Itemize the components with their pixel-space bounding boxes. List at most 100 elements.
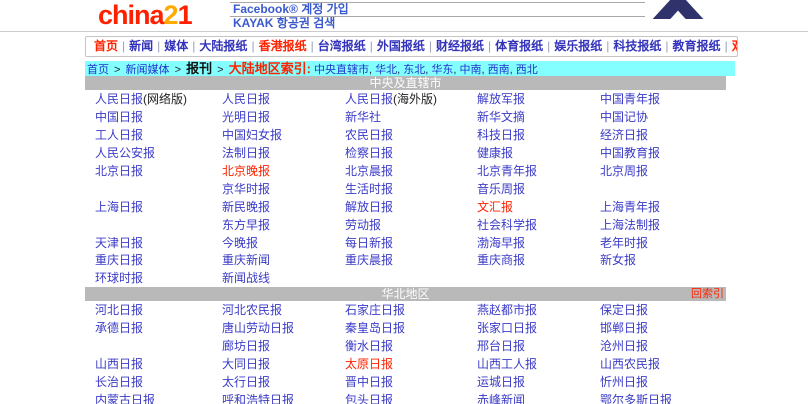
newspaper-link[interactable]: 太行日报 — [222, 373, 270, 390]
newspaper-link[interactable]: 生活时报 — [345, 180, 393, 197]
newspaper-link[interactable]: 保定日报 — [600, 301, 648, 318]
site-logo[interactable]: china21 — [98, 0, 192, 31]
newspaper-link[interactable]: 健康报 — [477, 144, 513, 161]
newspaper-link[interactable]: 环球时报 — [95, 269, 143, 286]
newspaper-link[interactable]: 上海法制报 — [600, 216, 660, 233]
newspaper-link[interactable]: 光明日报 — [222, 108, 270, 125]
newspaper-link[interactable]: 运城日报 — [477, 373, 525, 390]
newspaper-link[interactable]: 中国教育报 — [600, 144, 660, 161]
newspaper-link[interactable]: 京华时报 — [222, 180, 270, 197]
newspaper-link[interactable]: 重庆新闻 — [222, 251, 270, 268]
newspaper-link[interactable]: 中国日报 — [95, 108, 143, 125]
newspaper-link[interactable]: 山西日报 — [95, 355, 143, 372]
region-link[interactable]: 西北 — [516, 64, 538, 76]
newspaper-link[interactable]: 廊坊日报 — [222, 337, 270, 354]
nav-item[interactable]: 体育报纸 — [495, 39, 543, 53]
newspaper-link[interactable]: 人民公安报 — [95, 144, 155, 161]
nav-item[interactable]: 香港报纸 — [259, 39, 307, 53]
back-to-index-link[interactable]: 回索引 — [691, 288, 724, 301]
newspaper-link[interactable]: 河北农民报 — [222, 301, 282, 318]
kayak-search-dropdown[interactable]: KAYAK 항공권 검색 ▼ — [230, 16, 645, 30]
region-link[interactable]: 中南 — [460, 64, 482, 76]
newspaper-link[interactable]: 赤峰新闻 — [477, 391, 525, 404]
newspaper-link[interactable]: 北京日报 — [95, 162, 143, 179]
newspaper-link[interactable]: 北京晚报 — [222, 162, 270, 179]
newspaper-link[interactable]: 中国青年报 — [600, 90, 660, 107]
newspaper-link[interactable]: 农民日报 — [345, 126, 393, 143]
newspaper-link[interactable]: 劳动报 — [345, 216, 381, 233]
newspaper-link[interactable]: 北京晨报 — [345, 162, 393, 179]
newspaper-link[interactable]: 山西工人报 — [477, 355, 537, 372]
newspaper-link[interactable]: 社会科学报 — [477, 216, 537, 233]
breadcrumb-link[interactable]: 首页 — [87, 64, 109, 76]
region-link[interactable]: 中央直辖市 — [314, 64, 369, 76]
newspaper-link[interactable]: 上海青年报 — [600, 198, 660, 215]
newspaper-link[interactable]: 工人日报 — [95, 126, 143, 143]
newspaper-link[interactable]: 解放军报 — [477, 90, 525, 107]
newspaper-link[interactable]: 经济日报 — [600, 126, 648, 143]
newspaper-link[interactable]: 山西农民报 — [600, 355, 660, 372]
newspaper-link[interactable]: 内蒙古日报 — [95, 391, 155, 404]
breadcrumb-link[interactable]: 新闻媒体 — [126, 64, 170, 76]
nav-item[interactable]: 首页 — [94, 39, 118, 53]
newspaper-link[interactable]: 音乐周报 — [477, 180, 525, 197]
chevron-up-icon[interactable] — [651, 0, 705, 24]
newspaper-link[interactable]: 邢台日报 — [477, 337, 525, 354]
nav-item[interactable]: 台湾报纸 — [318, 39, 366, 53]
nav-item[interactable]: 大陆报纸 — [199, 39, 247, 53]
nav-item[interactable]: 教育报纸 — [673, 39, 721, 53]
newspaper-link[interactable]: 唐山劳动日报 — [222, 319, 294, 336]
newspaper-link[interactable]: 包头日报 — [345, 391, 393, 404]
newspaper-link[interactable]: 太原日报 — [345, 355, 393, 372]
newspaper-link[interactable]: 邯郸日报 — [600, 319, 648, 336]
newspaper-link[interactable]: 检察日报 — [345, 144, 393, 161]
newspaper-link[interactable]: 晋中日报 — [345, 373, 393, 390]
nav-item[interactable]: 新闻 — [129, 39, 153, 53]
newspaper-link[interactable]: 法制日报 — [222, 144, 270, 161]
nav-item[interactable]: 外国报纸 — [377, 39, 425, 53]
newspaper-link[interactable]: 忻州日报 — [600, 373, 648, 390]
newspaper-link[interactable]: 解放日报 — [345, 198, 393, 215]
nav-item[interactable]: 财经报纸 — [436, 39, 484, 53]
newspaper-link[interactable]: 人民日报 — [345, 90, 393, 107]
newspaper-link[interactable]: 中国妇女报 — [222, 126, 282, 143]
nav-item[interactable]: 媒体 — [164, 39, 188, 53]
newspaper-link[interactable]: 重庆晨报 — [345, 251, 393, 268]
newspaper-link[interactable]: 沧州日报 — [600, 337, 648, 354]
newspaper-link[interactable]: 老年时报 — [600, 234, 648, 251]
newspaper-link[interactable]: 大同日报 — [222, 355, 270, 372]
newspaper-link[interactable]: 呼和浩特日报 — [222, 391, 294, 404]
newspaper-link[interactable]: 北京周报 — [600, 162, 648, 179]
newspaper-link[interactable]: 长治日报 — [95, 373, 143, 390]
newspaper-link[interactable]: 中国记协 — [600, 108, 648, 125]
newspaper-link[interactable]: 新闻战线 — [222, 269, 270, 286]
region-link[interactable]: 西南 — [488, 64, 510, 76]
newspaper-link[interactable]: 新华文摘 — [477, 108, 525, 125]
newspaper-link[interactable]: 秦皇岛日报 — [345, 319, 405, 336]
newspaper-link[interactable]: 今晚报 — [222, 234, 258, 251]
nav-item[interactable]: 双核翻译 — [732, 39, 738, 53]
newspaper-link[interactable]: 重庆商报 — [477, 251, 525, 268]
newspaper-link[interactable]: 衡水日报 — [345, 337, 393, 354]
newspaper-link[interactable]: 燕赵都市报 — [477, 301, 537, 318]
newspaper-link[interactable]: 张家口日报 — [477, 319, 537, 336]
newspaper-link[interactable]: 承德日报 — [95, 319, 143, 336]
newspaper-link[interactable]: 新女报 — [600, 251, 636, 268]
newspaper-link[interactable]: 人民日报 — [95, 90, 143, 107]
newspaper-link[interactable]: 鄂尔多斯日报 — [600, 391, 672, 404]
newspaper-link[interactable]: 重庆日报 — [95, 251, 143, 268]
newspaper-link[interactable]: 河北日报 — [95, 301, 143, 318]
region-link[interactable]: 东北 — [403, 64, 425, 76]
newspaper-link[interactable]: 每日新报 — [345, 234, 393, 251]
newspaper-link[interactable]: 新华社 — [345, 108, 381, 125]
nav-item[interactable]: 娱乐报纸 — [554, 39, 602, 53]
region-link[interactable]: 华北 — [375, 64, 397, 76]
newspaper-link[interactable]: 文汇报 — [477, 198, 513, 215]
newspaper-link[interactable]: 天津日报 — [95, 234, 143, 251]
region-link[interactable]: 华东 — [431, 64, 453, 76]
newspaper-link[interactable]: 新民晚报 — [222, 198, 270, 215]
newspaper-link[interactable]: 石家庄日报 — [345, 301, 405, 318]
newspaper-link[interactable]: 北京青年报 — [477, 162, 537, 179]
newspaper-link[interactable]: 人民日报 — [222, 90, 270, 107]
facebook-signup-dropdown[interactable]: Facebook® 계정 가입 ▼ — [230, 2, 645, 16]
